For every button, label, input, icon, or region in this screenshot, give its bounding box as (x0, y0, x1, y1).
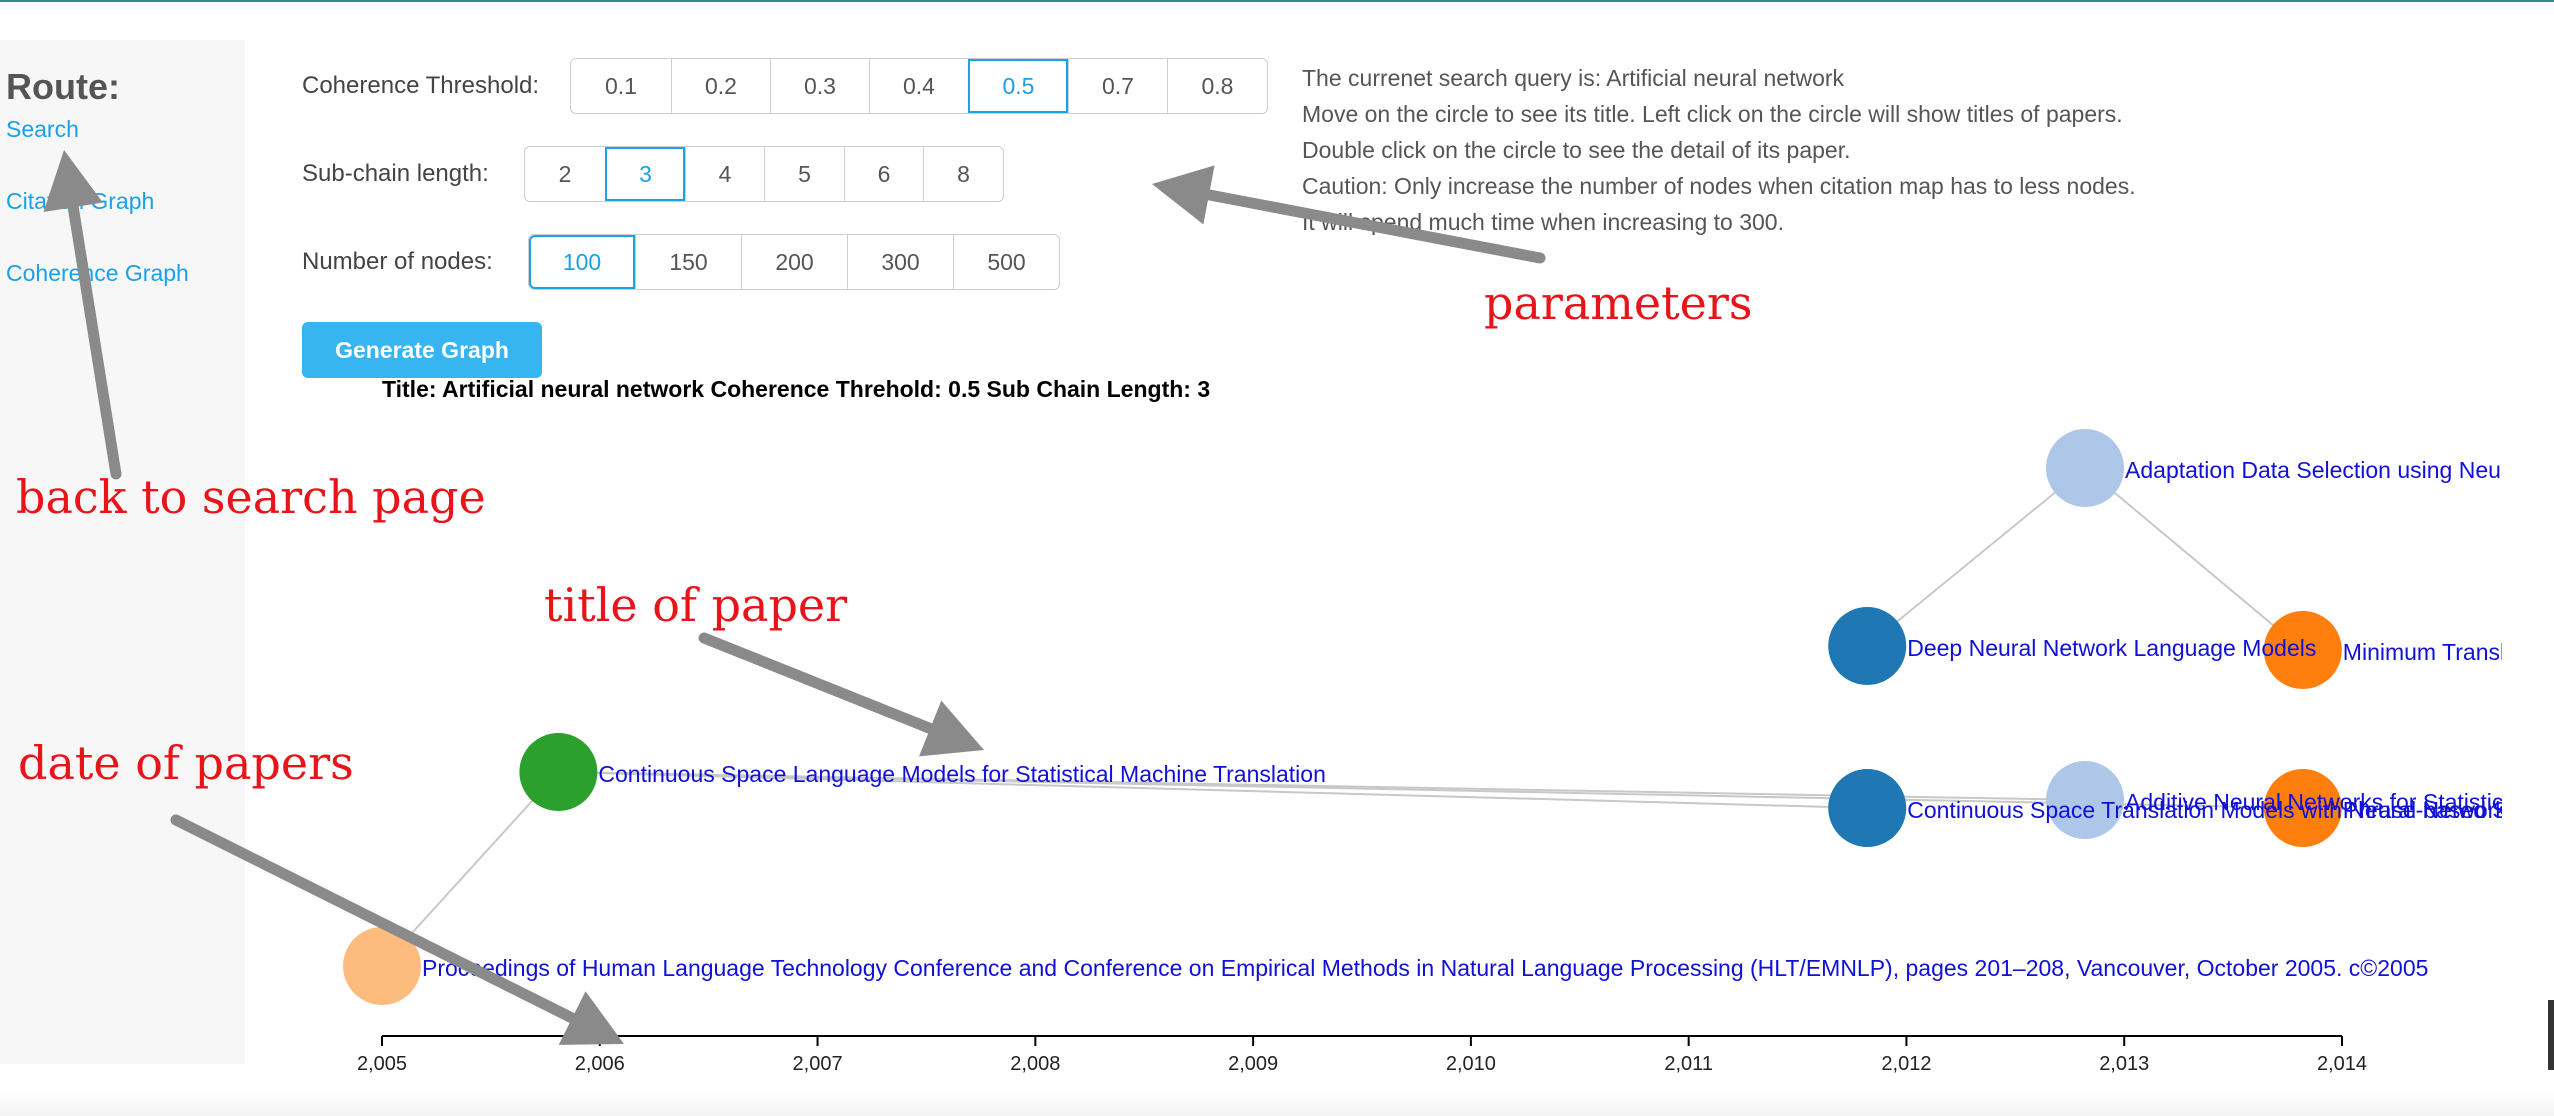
coherence-option-0.5[interactable]: 0.5 (968, 59, 1068, 113)
paper-node[interactable] (1828, 769, 1907, 847)
coherence-graph: 2,005 2,006 2,007 2,008 2,009 2,010 2,011 2,012… (43, 150, 2554, 1075)
parameters-arrow-head (1152, 165, 1215, 225)
paper-title-label[interactable]: Adaptation Data Selection using Neural L… (2125, 457, 2554, 483)
back-to-search-arrow-head (43, 150, 103, 213)
graph-edge (2084, 467, 2304, 651)
annotation-back-to-search: back to search page (16, 470, 486, 524)
paper-title-label[interactable]: Phrase-based Statistical Machine Transla… (2343, 797, 2554, 823)
annotation-title-of-paper: title of paper (544, 578, 848, 632)
back-to-search-arrow (67, 201, 122, 480)
x-axis-tick-label: 2,005 (357, 1053, 407, 1075)
x-axis-tick-label: 2,011 (1664, 1053, 1713, 1075)
annotation-parameters: parameters (1484, 276, 1753, 330)
bottom-shadow (0, 1090, 2554, 1116)
paper-title-label[interactable]: Continuous Space Language Models for Sta… (598, 761, 1326, 787)
parameters-arrow (1203, 189, 1546, 264)
paper-node[interactable] (519, 733, 598, 811)
x-axis-tick-label: 2,008 (1010, 1053, 1060, 1075)
graph-edge (1866, 467, 2086, 647)
annotation-date-of-papers: date of papers (18, 736, 354, 790)
scrollbar-edge (2548, 1000, 2554, 1070)
x-axis-tick-label: 2,009 (1228, 1053, 1278, 1075)
paper-node[interactable] (1828, 607, 1907, 685)
x-axis-tick-label: 2,006 (575, 1053, 625, 1075)
x-axis-tick-label: 2,014 (2317, 1053, 2367, 1075)
paper-title-label[interactable]: Deep Neural Network Language Models (1907, 635, 2316, 661)
title-of-paper-arrow (698, 632, 936, 734)
paper-node[interactable] (2046, 429, 2125, 507)
paper-title-label[interactable]: Minimum Translation Modeling with Recurr… (2343, 639, 2554, 665)
x-axis-tick-label: 2,013 (2099, 1053, 2149, 1075)
subchain-option-3[interactable]: 3 (605, 147, 685, 201)
nodes-option-100[interactable]: 100 (529, 235, 635, 289)
x-axis-tick-label: 2,010 (1446, 1053, 1496, 1075)
x-axis-tick-label: 2,012 (1881, 1053, 1931, 1075)
paper-title-label[interactable]: Proceedings of Human Language Technology… (422, 955, 2428, 981)
x-axis-tick-label: 2,007 (793, 1053, 843, 1075)
